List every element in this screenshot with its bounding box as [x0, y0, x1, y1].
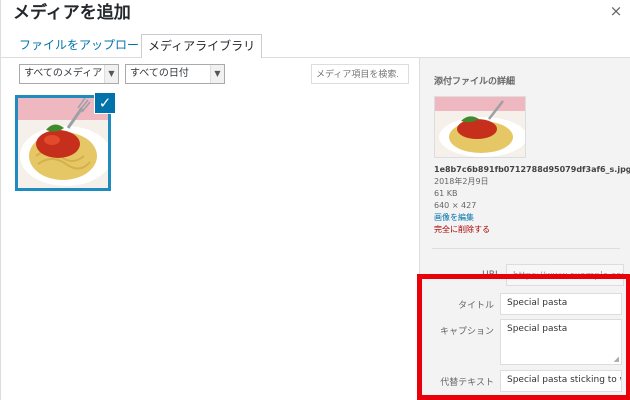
media-search-input[interactable]	[311, 64, 409, 84]
title-field[interactable]: Special pasta	[500, 293, 622, 315]
resize-handle-icon[interactable]: ◢	[614, 355, 619, 363]
date-filter-value: すべての日付	[130, 68, 189, 79]
url-label: URL	[482, 270, 500, 280]
attachment-details-sidebar: 添付ファイルの詳細 1e8b7c6b891fb0712788d95079df3a…	[419, 58, 630, 400]
file-name: 1e8b7c6b891fb0712788d95079df3af6_s.jpg	[434, 165, 630, 174]
media-library-browser: すべてのメディア ▼ すべての日付 ▼ ✓	[1, 58, 419, 400]
tab-media-library[interactable]: メディアライブラリ	[141, 34, 263, 59]
edit-image-link[interactable]: 画像を編集	[434, 212, 630, 224]
date-filter[interactable]: すべての日付 ▼	[125, 64, 225, 84]
modal-tabs: ファイルをアップロード メディアライブラリ	[1, 30, 630, 59]
url-field[interactable]: https://www.example.com/wp-content/uploa…	[506, 264, 624, 286]
chevron-down-icon: ▼	[104, 65, 118, 83]
pasta-image	[435, 97, 525, 157]
title-label: タイトル	[457, 301, 494, 311]
image-dimensions: 640 × 427	[434, 201, 477, 210]
modal-title: メディアを追加	[13, 3, 131, 23]
alt-text-field[interactable]: Special pasta sticking to wh	[500, 370, 622, 392]
details-heading: 添付ファイルの詳細	[434, 77, 516, 87]
alt-text-label: 代替テキスト	[440, 378, 494, 388]
file-metadata: 1e8b7c6b891fb0712788d95079df3af6_s.jpg 2…	[434, 164, 630, 236]
upload-date: 2018年2月9日	[434, 177, 489, 186]
caption-text: Special pasta	[507, 324, 568, 334]
file-size: 61 KB	[434, 189, 458, 198]
close-icon[interactable]: ×	[608, 2, 624, 20]
media-modal: メディアを追加 × ファイルをアップロード メディアライブラリ すべてのメディア…	[0, 0, 630, 400]
details-thumbnail	[434, 96, 526, 158]
delete-permanently-link[interactable]: 完全に削除する	[434, 224, 630, 236]
divider	[432, 248, 620, 249]
chevron-down-icon: ▼	[210, 65, 224, 83]
caption-textarea[interactable]: Special pasta ◢	[500, 319, 622, 365]
media-type-filter-value: すべてのメディア	[24, 68, 103, 79]
checkmark-icon[interactable]: ✓	[94, 92, 116, 114]
caption-label: キャプション	[439, 327, 494, 337]
tab-upload-files[interactable]: ファイルをアップロード	[13, 34, 157, 59]
media-type-filter[interactable]: すべてのメディア ▼	[19, 64, 119, 84]
